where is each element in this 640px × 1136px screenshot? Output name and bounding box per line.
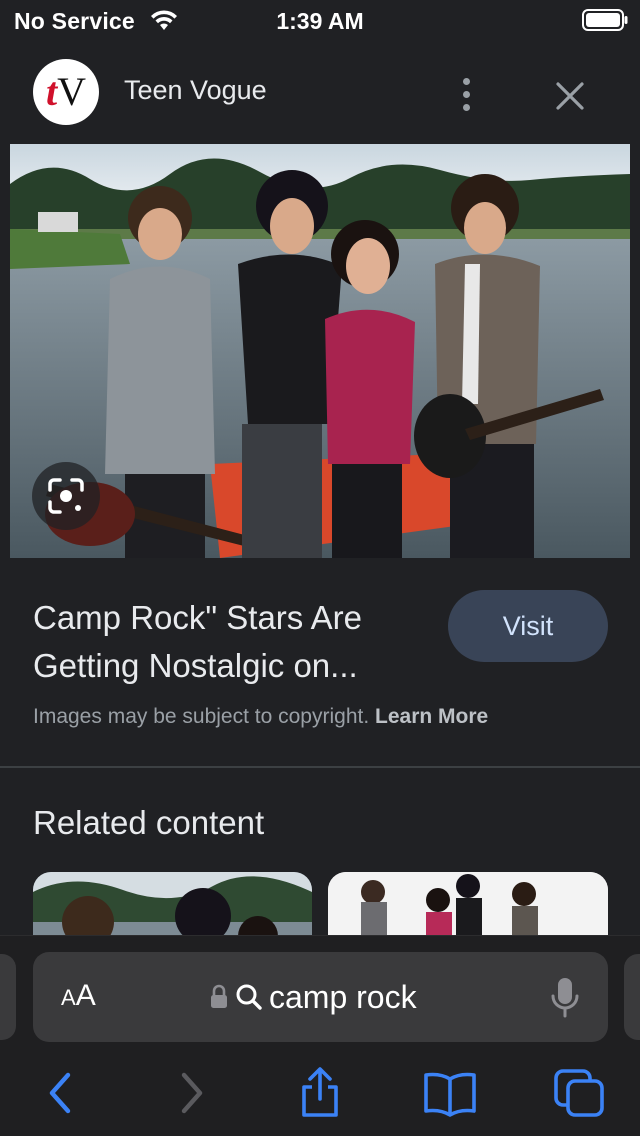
microphone-icon[interactable] <box>549 976 581 1020</box>
address-bar[interactable]: AA camp rock <box>33 952 608 1042</box>
search-icon <box>236 984 262 1010</box>
copyright-text: Images may be subject to copyright. <box>33 705 370 728</box>
reader-options-button[interactable]: AA <box>61 978 96 1016</box>
related-content-heading: Related content <box>33 804 265 841</box>
status-bar: No Service 1:39 AM <box>0 0 640 42</box>
divider <box>0 766 640 768</box>
next-tab-peek[interactable] <box>624 954 640 1040</box>
site-logo-letters: tV <box>45 69 86 114</box>
close-icon[interactable] <box>550 76 590 116</box>
address-field[interactable]: camp rock <box>209 978 417 1016</box>
lens-search-icon[interactable] <box>32 462 100 530</box>
lock-icon <box>211 984 227 1008</box>
result-image[interactable] <box>10 144 630 558</box>
forward-icon[interactable] <box>172 1067 212 1119</box>
back-icon[interactable] <box>40 1067 80 1119</box>
share-icon[interactable] <box>296 1067 344 1119</box>
battery-icon <box>582 9 628 31</box>
result-title[interactable]: Camp Rock" Stars Are Getting Nostalgic o… <box>33 594 433 690</box>
site-logo[interactable]: tV <box>33 59 99 125</box>
status-time: 1:39 AM <box>276 8 364 34</box>
site-name[interactable]: Teen Vogue <box>124 75 267 106</box>
learn-more-link[interactable]: Learn More <box>375 705 488 728</box>
tabs-icon[interactable] <box>552 1067 608 1119</box>
copyright-notice: Images may be subject to copyright. Lear… <box>33 705 488 729</box>
browser-toolbar: AA camp rock <box>0 935 640 1136</box>
previous-tab-peek[interactable] <box>0 954 16 1040</box>
more-options-icon[interactable] <box>450 72 482 116</box>
result-header: tV Teen Vogue <box>0 42 640 142</box>
bookmarks-icon[interactable] <box>422 1067 478 1119</box>
address-text: camp rock <box>269 979 417 1015</box>
visit-button[interactable]: Visit <box>448 590 608 662</box>
